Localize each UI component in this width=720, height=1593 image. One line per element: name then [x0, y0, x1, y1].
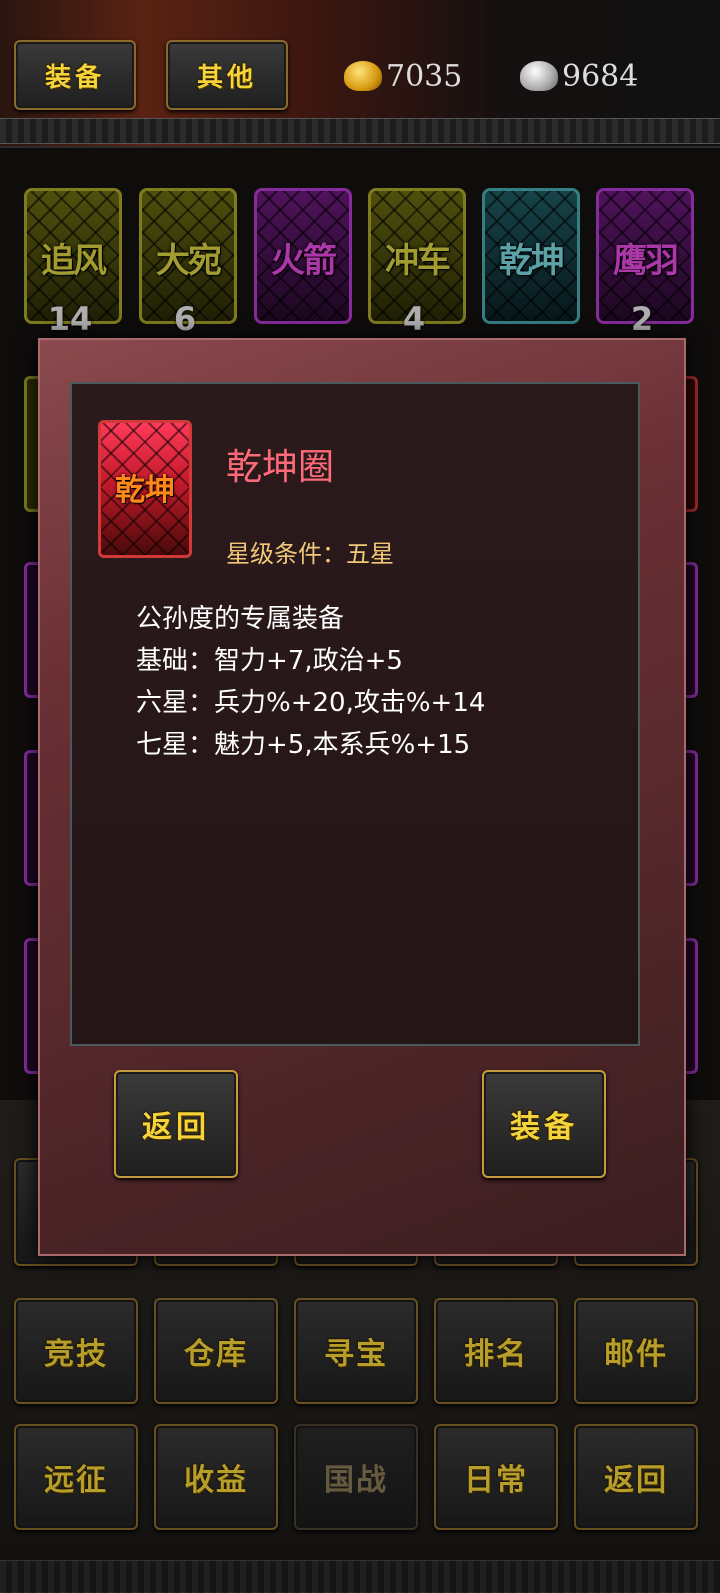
- gold-value: 7035: [386, 58, 463, 94]
- top-bar: 装备 其他 7035 9684: [0, 0, 720, 148]
- item-detail-panel: 乾坤 乾坤圈 星级条件：五星 公孙度的专属装备 基础：智力+7,政治+5 六星：…: [70, 382, 640, 1046]
- item-icon: 乾坤: [98, 420, 192, 558]
- gold-ingot-icon: [344, 61, 382, 91]
- silver-counter: 9684: [520, 58, 638, 94]
- tab-other-button[interactable]: 其他: [166, 40, 288, 110]
- equip-button[interactable]: 装备: [482, 1070, 606, 1178]
- description-line: 七星：魅力+5,本系兵%+15: [136, 730, 471, 760]
- tab-equip-button[interactable]: 装备: [14, 40, 136, 110]
- star-requirement: 星级条件：五星: [226, 540, 394, 568]
- description-line: 六星：兵力%+20,攻击%+14: [136, 688, 486, 718]
- silver-value: 9684: [562, 58, 639, 94]
- back-button[interactable]: 返回: [114, 1070, 238, 1178]
- silver-ingot-icon: [520, 61, 558, 91]
- item-title: 乾坤圈: [226, 447, 335, 488]
- description-line: 公孙度的专属装备: [136, 604, 345, 634]
- item-description: 公孙度的专属装备 基础：智力+7,政治+5 六星：兵力%+20,攻击%+14 七…: [136, 598, 485, 766]
- gold-counter: 7035: [344, 58, 462, 94]
- decorative-rail: [0, 118, 720, 144]
- item-icon-label: 乾坤: [115, 473, 175, 508]
- item-detail-dialog: 乾坤 乾坤圈 星级条件：五星 公孙度的专属装备 基础：智力+7,政治+5 六星：…: [38, 338, 686, 1256]
- description-line: 基础：智力+7,政治+5: [136, 646, 403, 676]
